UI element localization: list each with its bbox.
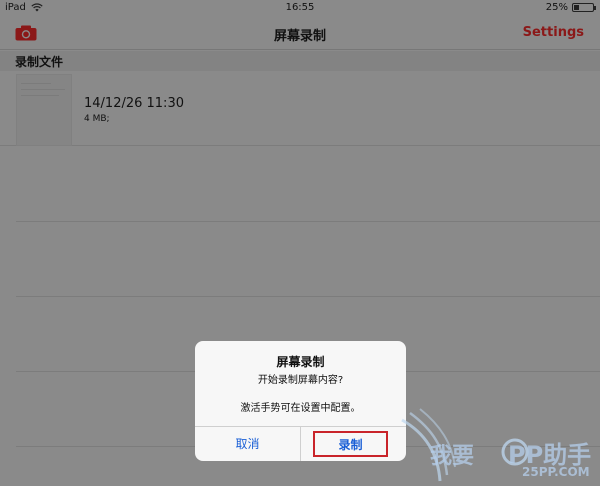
record-alert-dialog: 屏幕录制 开始录制屏幕内容? 激活手势可在设置中配置。 取消 录制 <box>195 341 406 461</box>
alert-button-divider <box>300 426 301 461</box>
list-divider <box>16 296 600 297</box>
battery-fill <box>574 5 579 10</box>
battery-percent: 25% <box>545 2 568 13</box>
section-header-label: 录制文件 <box>15 55 64 69</box>
file-date: 14/12/26 11:30 <box>84 96 184 111</box>
list-item[interactable]: 14/12/26 11:30 4 MB; <box>0 71 600 146</box>
settings-button[interactable]: Settings <box>523 25 584 40</box>
cancel-button[interactable]: 取消 <box>195 427 300 461</box>
watermark-site: 25PP.COM <box>522 465 590 479</box>
list-divider <box>16 221 600 222</box>
alert-note: 激活手势可在设置中配置。 <box>240 403 361 414</box>
battery-icon <box>572 3 596 12</box>
watermark: 我要 PP助手 25PP.COM <box>400 405 600 486</box>
status-bar: iPad 16:55 25% <box>0 0 600 16</box>
section-header: 录制文件 <box>0 51 600 71</box>
file-size: 4 MB; <box>84 114 110 124</box>
nav-bar: 屏幕录制 Settings <box>0 16 600 50</box>
alert-title: 屏幕录制 <box>276 355 325 369</box>
watermark-text: 我要 <box>430 444 475 469</box>
record-button[interactable]: 录制 <box>313 431 388 457</box>
recording-thumbnail <box>16 74 72 146</box>
file-list: 14/12/26 11:30 4 MB; <box>0 71 600 146</box>
clock: 16:55 <box>285 2 315 13</box>
page-title: 屏幕录制 <box>273 29 326 44</box>
alert-message: 开始录制屏幕内容? <box>257 375 344 386</box>
